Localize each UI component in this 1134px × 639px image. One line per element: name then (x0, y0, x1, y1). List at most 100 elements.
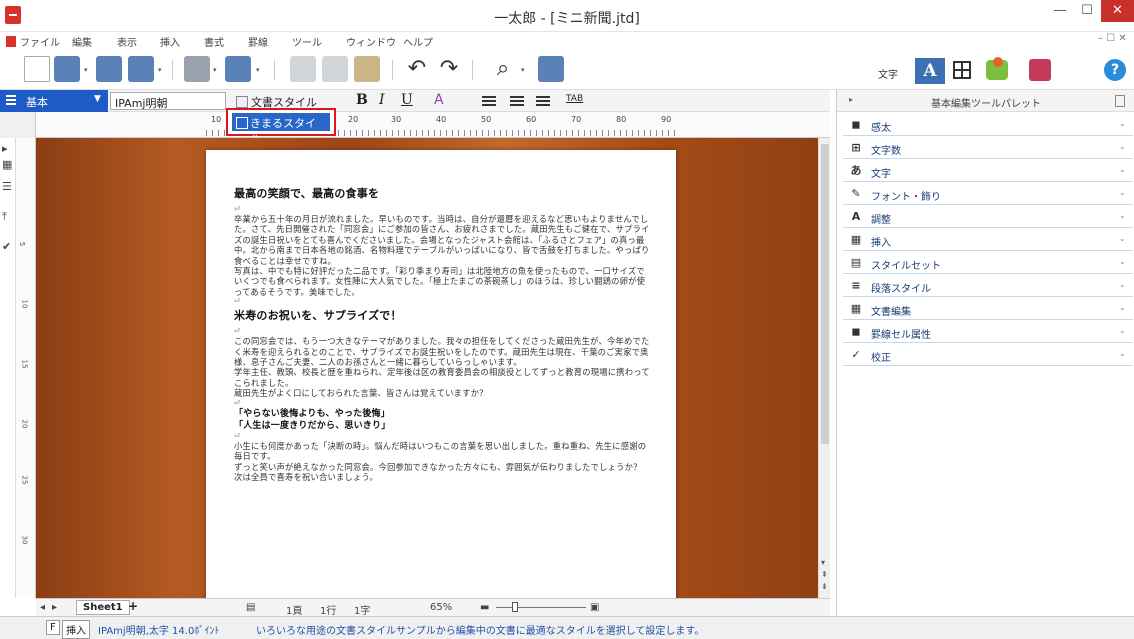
horizontal-ruler[interactable]: 10 20 30 40 50 60 70 80 90 (36, 112, 830, 138)
palette-item-cell-attributes[interactable]: ◼ 罫線セル属性 ⌄ (843, 321, 1133, 343)
search-icon[interactable]: ⌕ (490, 56, 516, 82)
bold-button[interactable]: B (356, 92, 368, 108)
palette-item-char-count[interactable]: ⊞ 文字数 ⌄ (843, 137, 1133, 159)
new-document-icon[interactable] (24, 56, 50, 82)
document-page[interactable]: 最高の笑顔で、最高の食事を ⏎ 卒業から五十年の月日が流れました。早いものです。… (206, 150, 676, 598)
palette-item-adjust[interactable]: A 調整 ⌄ (843, 206, 1133, 228)
palette-item-font-decor[interactable]: ✎ フォント・飾り ⌄ (843, 183, 1133, 205)
chevron-down-icon: ⌄ (1119, 211, 1126, 220)
document-window-controls[interactable]: – ☐ ✕ (1098, 33, 1127, 44)
palette-item-text[interactable]: あ文字 ⌄ (843, 160, 1133, 182)
save-icon[interactable] (96, 56, 122, 82)
palette-item-proofread[interactable]: ✓ 校正 ⌄ (843, 344, 1133, 366)
open-icon[interactable] (54, 56, 80, 82)
undo-icon[interactable]: ↶ (404, 56, 430, 82)
paste-icon[interactable] (354, 56, 380, 82)
expand-icon[interactable]: ▸ (2, 142, 14, 155)
font-icon: ✎ (851, 187, 861, 200)
palette-item-insert[interactable]: ▦ 挿入 ⌄ (843, 229, 1133, 251)
layout-mode-icon[interactable] (1029, 59, 1051, 81)
scroll-thumb[interactable] (821, 144, 829, 444)
menu-ruled-lines[interactable]: 罫線 (248, 34, 268, 49)
align-right-icon[interactable] (536, 96, 550, 106)
left-tool-strip: ▸ ▦ ☰ ⤒ ✔ (0, 138, 16, 598)
style-name: 基本 (26, 96, 48, 109)
copy-icon[interactable] (322, 56, 348, 82)
print-icon[interactable] (184, 56, 210, 82)
document-icon[interactable] (6, 36, 16, 47)
jump-icon[interactable]: ⤒ (2, 210, 14, 223)
maximize-button[interactable]: ☐ (1074, 0, 1100, 22)
align-left-icon[interactable] (482, 96, 496, 106)
menu-tools[interactable]: ツール (292, 34, 322, 49)
redo-icon[interactable]: ↷ (436, 56, 462, 82)
image-mode-icon[interactable] (986, 57, 1008, 80)
quote-2[interactable]: 「人生は一度きりだから、思いきり」 (234, 420, 650, 432)
paragraph-2[interactable]: 写真は、中でも特に好評だった二品です。「彩り季まり寿司」は北陸地方の魚を使ったも… (234, 266, 650, 297)
menu-edit[interactable]: 編集 (72, 34, 92, 49)
font-dropdown[interactable]: IPAmj明朝 (110, 92, 226, 110)
paragraph-4[interactable]: 学年主任、教頭、校長と歴を重ねられ、定年後は区の教育委員会の相談役としてずっと教… (234, 367, 650, 388)
menu-help[interactable]: ヘルプ (403, 34, 433, 49)
grid-icon[interactable]: ▦ (2, 158, 14, 171)
table-mode-icon[interactable] (953, 61, 971, 79)
paragraph-7[interactable]: ずっと笑い声が絶えなかった同窓会。今回参加できなかった方々にも、雰囲気が伝わりま… (234, 462, 650, 483)
zoom-in-icon[interactable]: ▣ (590, 602, 599, 613)
italic-button[interactable]: I (379, 92, 385, 108)
print-preview-icon[interactable] (225, 56, 251, 82)
view-icon[interactable]: ▤ (246, 602, 255, 613)
add-sheet-button[interactable]: + (128, 599, 138, 613)
menu-format[interactable]: 書式 (204, 34, 224, 49)
scroll-down-icon[interactable]: ▾ (821, 558, 825, 567)
quote-1[interactable]: 「やらない後悔よりも、やった後悔」 (234, 408, 650, 420)
zoom-slider-thumb[interactable] (512, 602, 518, 612)
paragraph-1[interactable]: 卒業から五十年の月日が流れました。早いものです。当時は、自分が還暦を迎えるなど思… (234, 214, 650, 266)
cut-icon[interactable] (290, 56, 316, 82)
chevron-down-icon: ⌄ (1119, 165, 1126, 174)
palette-item-paragraph-style[interactable]: ≡ 段落スタイル ⌄ (843, 275, 1133, 297)
paragraph-6[interactable]: 小生にも何度かあった「決断の時」。悩んだ時はいつもこの言葉を思い出しました。重ね… (234, 441, 650, 462)
line-indicator: 1行 (320, 606, 337, 617)
sheet-next-icon[interactable]: ▸ (52, 602, 57, 613)
palette-item-kanta[interactable]: ◼ 感太 ⌄ (843, 114, 1133, 136)
palette-item-document-edit[interactable]: ▦ 文書編集 ⌄ (843, 298, 1133, 320)
char-count-icon: ⊞ (851, 141, 861, 154)
font-color-button[interactable]: A (434, 92, 444, 108)
close-button[interactable]: ✕ (1101, 0, 1134, 22)
menu-window[interactable]: ウィンドウ (346, 34, 396, 49)
chevron-down-icon: ⌄ (1119, 326, 1126, 335)
insert-mode-indicator[interactable]: 挿入 (62, 620, 90, 639)
status-bar: F 挿入 IPAmj明朝,太字 14.0ﾎﾟｲﾝﾄ いろいろな用途の文書スタイル… (0, 616, 1134, 639)
underline-button[interactable]: U (401, 92, 413, 108)
kimaru-style-menu-item[interactable]: きまるスタイル (232, 113, 330, 146)
menu-insert[interactable]: 挿入 (160, 34, 180, 49)
align-center-icon[interactable] (510, 96, 524, 106)
check-icon[interactable]: ✔ (2, 240, 14, 253)
sheet-tab[interactable]: Sheet1 (76, 600, 130, 615)
text-mode-button[interactable]: A (915, 58, 945, 84)
paragraph-5[interactable]: 蔵田先生がよく口にしておられた言葉、皆さんは覚えていますか？ (234, 388, 650, 398)
paragraph-3[interactable]: この同窓会では、もう一つ大きなテーマがありました。我々の担任をしてくださった蔵田… (234, 336, 650, 367)
palette-item-style-set[interactable]: ▤ スタイルセット ⌄ (843, 252, 1133, 274)
heading-1[interactable]: 最高の笑顔で、最高の食事を (234, 187, 650, 201)
document-canvas[interactable]: 最高の笑顔で、最高の食事を ⏎ 卒業から五十年の月日が流れました。早いものです。… (36, 138, 818, 598)
outline-icon[interactable]: ☰ (2, 180, 14, 193)
zoom-level[interactable]: 65% (430, 602, 452, 613)
sheet-prev-icon[interactable]: ◂ (40, 602, 45, 613)
heading-2[interactable]: 米寿のお祝いを、サプライズで！ (234, 309, 650, 323)
vertical-scrollbar[interactable]: ▾ ⇞ ⇟ (818, 138, 830, 598)
save-as-icon[interactable] (128, 56, 154, 82)
paragraph-style-dropdown[interactable]: 基本 ▼ (0, 90, 108, 112)
jump-icon[interactable] (538, 56, 564, 82)
menu-file[interactable]: ファイル (20, 34, 60, 49)
zoom-slider[interactable] (496, 607, 586, 608)
next-page-icon[interactable]: ⇟ (821, 582, 828, 591)
palette-menu-icon[interactable] (1115, 95, 1125, 107)
prev-page-icon[interactable]: ⇞ (821, 570, 828, 579)
minimize-button[interactable]: — (1047, 0, 1073, 22)
help-button[interactable]: ? (1104, 59, 1126, 81)
menu-view[interactable]: 表示 (117, 34, 137, 49)
tab-button[interactable]: TAB (566, 94, 583, 104)
status-f-indicator[interactable]: F (46, 620, 60, 635)
zoom-out-icon[interactable]: ▬ (480, 602, 489, 613)
